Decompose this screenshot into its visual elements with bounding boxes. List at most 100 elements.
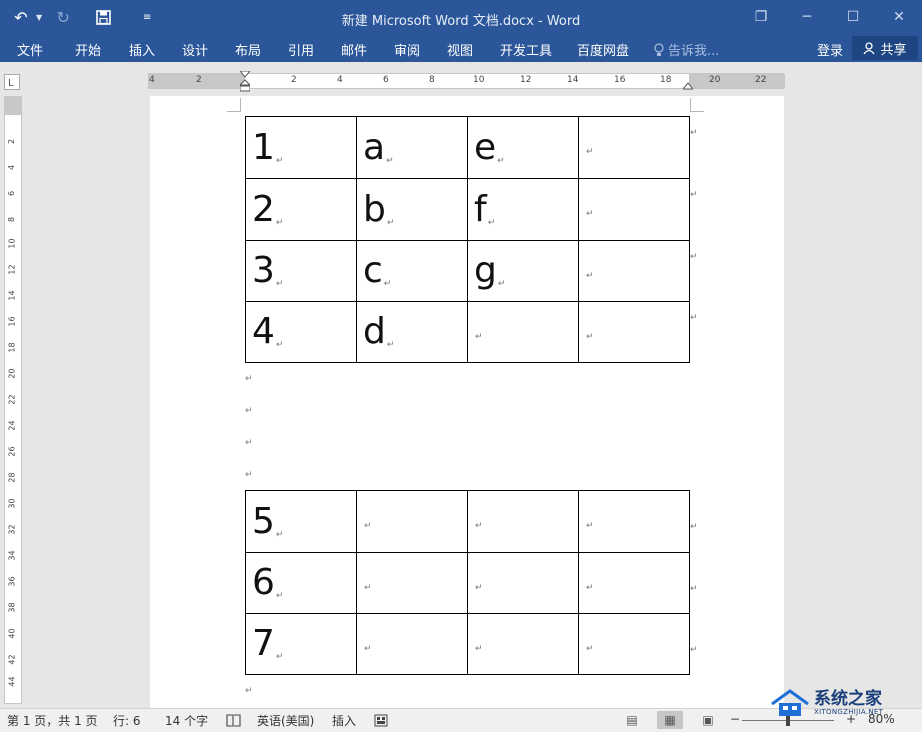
cell-mark: ↵ xyxy=(383,279,392,289)
tab-selector[interactable]: L xyxy=(4,74,20,90)
ruler-tick: 38 xyxy=(7,602,17,613)
table-cell[interactable]: ↵ xyxy=(578,178,690,241)
cell-text: 1 xyxy=(252,126,275,168)
table-cell[interactable]: ↵ xyxy=(356,613,468,675)
ruler-tick: 8 xyxy=(429,75,435,85)
table-cell[interactable]: c↵ xyxy=(356,240,468,302)
table-cell[interactable]: ↵ xyxy=(467,490,579,553)
table-cell[interactable]: 3↵ xyxy=(245,240,357,302)
table-cell[interactable]: g↵ xyxy=(467,240,579,302)
tab-references[interactable]: 引用 xyxy=(288,40,314,59)
tab-review[interactable]: 审阅 xyxy=(394,40,420,59)
table-cell[interactable]: ↵ xyxy=(467,552,579,614)
tab-insert[interactable]: 插入 xyxy=(129,40,155,59)
cell-mark: ↵ xyxy=(275,279,284,289)
page-count[interactable]: 第 1 页，共 1 页 xyxy=(7,712,98,729)
language[interactable]: 英语(美国) xyxy=(257,712,314,729)
table-row: 3↵ c↵ g↵ ↵ xyxy=(245,240,690,302)
zoom-out-button[interactable]: − xyxy=(730,712,740,726)
table-cell[interactable]: d↵ xyxy=(356,301,468,363)
sign-in-link[interactable]: 登录 xyxy=(817,40,843,59)
maximize-button[interactable]: ☐ xyxy=(830,0,876,34)
cell-text: c xyxy=(363,250,383,291)
close-button[interactable]: ✕ xyxy=(876,0,922,34)
cell-mark: ↵ xyxy=(364,582,372,593)
table-cell[interactable]: ↵ xyxy=(467,301,579,363)
ruler-tick: 36 xyxy=(7,576,17,587)
tell-me-search[interactable]: 告诉我... xyxy=(654,40,719,59)
cell-mark: ↵ xyxy=(364,521,372,531)
table-cell[interactable]: ↵ xyxy=(467,613,579,675)
row-end-mark: ↵ xyxy=(690,313,698,323)
cell-text: f xyxy=(474,188,487,230)
ribbon-display-options-button[interactable]: ❐ xyxy=(738,0,784,34)
paragraph-mark[interactable]: ↵ xyxy=(245,374,253,384)
tab-design[interactable]: 设计 xyxy=(182,40,208,59)
tab-developer[interactable]: 开发工具 xyxy=(500,40,552,59)
table-cell[interactable]: ↵ xyxy=(578,613,690,675)
ruler-tick: 2 xyxy=(196,75,202,85)
table-cell[interactable]: ↵ xyxy=(578,490,690,553)
table-row: 4↵ d↵ ↵ ↵ xyxy=(245,301,690,363)
cell-mark: ↵ xyxy=(586,331,594,342)
table-1[interactable]: 1↵ a↵ e↵ ↵ 2↵ b↵ f↵ ↵ 3↵ c↵ g↵ ↵ 4↵ d↵ ↵… xyxy=(245,116,690,363)
word-count[interactable]: 14 个字 xyxy=(165,712,208,729)
ruler-tick: 22 xyxy=(755,75,767,85)
table-cell[interactable]: 6↵ xyxy=(245,552,357,614)
ruler-tick: 14 xyxy=(567,75,579,85)
print-layout-icon: ▦ xyxy=(664,713,676,727)
tab-home[interactable]: 开始 xyxy=(75,40,101,59)
horizontal-ruler[interactable]: 4 2 2 4 6 8 10 12 14 16 18 20 22 xyxy=(148,71,785,92)
table-cell[interactable]: 1↵ xyxy=(245,116,357,179)
table-cell[interactable]: 4↵ xyxy=(245,301,357,363)
read-mode-icon: ▤ xyxy=(626,713,638,727)
table-2[interactable]: 5↵ ↵ ↵ ↵ 6↵ ↵ ↵ ↵ 7↵ ↵ ↵ ↵ xyxy=(245,490,690,675)
table-cell[interactable]: ↵ xyxy=(578,116,690,179)
table-cell[interactable]: ↵ xyxy=(356,490,468,553)
table-cell[interactable]: ↵ xyxy=(578,301,690,363)
table-cell[interactable]: ↵ xyxy=(578,552,690,614)
table-cell[interactable]: b↵ xyxy=(356,178,468,241)
insert-mode[interactable]: 插入 xyxy=(332,712,356,729)
ruler-tick: 4 xyxy=(7,164,17,171)
web-layout-button[interactable]: ▣ xyxy=(695,711,721,729)
share-button[interactable]: 共享 xyxy=(852,36,918,60)
table-cell[interactable]: 5↵ xyxy=(245,490,357,553)
table-cell[interactable]: 7↵ xyxy=(245,613,357,675)
table-cell[interactable]: e↵ xyxy=(467,116,579,179)
line-number[interactable]: 行: 6 xyxy=(113,712,141,729)
tab-file[interactable]: 文件 xyxy=(17,40,43,59)
lightbulb-icon xyxy=(654,42,664,56)
table-cell[interactable]: 2↵ xyxy=(245,178,357,241)
cell-mark: ↵ xyxy=(586,147,594,157)
macro-recording-icon[interactable] xyxy=(374,714,388,727)
paragraph-mark[interactable]: ↵ xyxy=(245,686,253,696)
read-mode-button[interactable]: ▤ xyxy=(619,711,645,729)
ruler-tick: 16 xyxy=(7,316,17,327)
ruler-tick: 34 xyxy=(7,550,17,561)
tab-mailings[interactable]: 邮件 xyxy=(341,40,367,59)
tab-layout[interactable]: 布局 xyxy=(235,40,261,59)
proofing-icon[interactable] xyxy=(226,714,241,727)
cell-mark: ↵ xyxy=(275,529,284,540)
table-cell[interactable]: f↵ xyxy=(467,178,579,241)
tab-baidu-netdisk[interactable]: 百度网盘 xyxy=(577,40,629,59)
paragraph-mark[interactable]: ↵ xyxy=(245,406,253,416)
paragraph-mark[interactable]: ↵ xyxy=(245,438,253,448)
ruler-tick: 20 xyxy=(709,75,721,85)
cell-text: 5 xyxy=(252,500,275,542)
right-indent-marker-icon[interactable] xyxy=(683,82,693,90)
print-layout-button[interactable]: ▦ xyxy=(657,711,683,729)
indent-marker-icon[interactable] xyxy=(240,71,250,93)
vertical-ruler[interactable]: 2 4 6 8 10 12 14 16 18 20 22 24 26 28 30… xyxy=(4,96,22,704)
cell-text: 4 xyxy=(252,311,275,352)
table-cell[interactable]: ↵ xyxy=(356,552,468,614)
table-cell[interactable]: a↵ xyxy=(356,116,468,179)
row-end-mark: ↵ xyxy=(690,645,698,655)
tab-view[interactable]: 视图 xyxy=(447,40,473,59)
minimize-button[interactable]: ─ xyxy=(784,0,830,34)
table-cell[interactable]: ↵ xyxy=(578,240,690,302)
cell-mark: ↵ xyxy=(586,270,594,281)
paragraph-mark[interactable]: ↵ xyxy=(245,470,253,480)
ruler-tick: 6 xyxy=(7,190,17,197)
